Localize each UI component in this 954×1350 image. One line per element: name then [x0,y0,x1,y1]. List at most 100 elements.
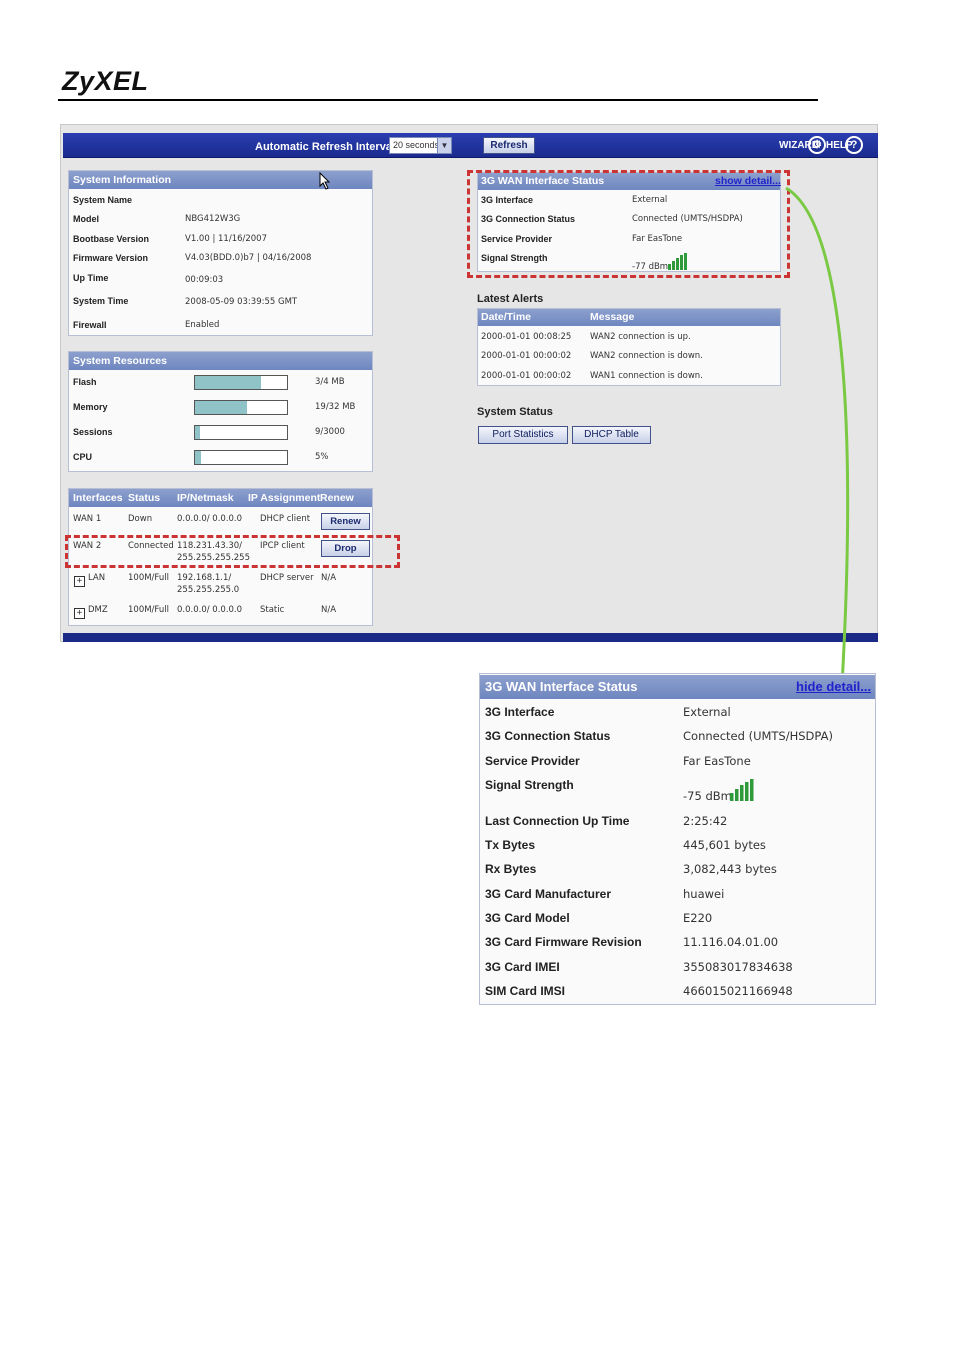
lan-renew: N/A [321,573,337,583]
latest-alerts-header: Date/Time Message [478,309,780,326]
expand-dmz-icon[interactable]: + [74,608,85,619]
up-time-label: Up Time [73,273,109,283]
help-icon[interactable]: ? [845,136,863,154]
mouse-cursor-icon [319,172,331,190]
col-ip-netmask: IP/Netmask [177,492,234,504]
refresh-interval-select[interactable]: 20 seconds ▼ [389,137,452,154]
detail-3g-interface-label: 3G Interface [485,705,555,719]
col-interfaces: Interfaces [73,492,123,504]
wan2-highlight-callout [65,535,400,568]
wan1-name: WAN 1 [73,514,102,524]
detail-connection-status-value: Connected (UMTS/HSDPA) [683,729,833,743]
cpu-usage-fill [195,451,201,464]
wan1-ip: 0.0.0.0/ 0.0.0.0 [177,514,243,524]
memory-usage-bar [194,400,288,415]
detail-signal-strength-value: -75 dBm [683,789,732,803]
bottom-bar [63,633,878,642]
dmz-assignment: Static [260,605,285,615]
model-label: Model [73,214,99,224]
bootbase-version-value: V1.00 | 11/16/2007 [185,234,267,244]
lan-assignment: DHCP server [260,573,314,583]
bootbase-version-label: Bootbase Version [73,234,150,244]
firmware-version-value: V4.03(BDD.0)b7 | 04/16/2008 [185,253,312,263]
sessions-value: 9/3000 [315,427,345,437]
lan-name: LAN [88,573,106,583]
alert-time: 2000-01-01 00:00:02 [481,351,572,361]
memory-usage-fill [195,401,248,414]
interfaces-header: Interfaces Status IP/Netmask IP Assignme… [69,489,372,507]
system-time-label: System Time [73,296,129,306]
detail-rx-bytes-value: 3,082,443 bytes [683,862,777,876]
model-value: NBG412W3G [185,214,241,224]
system-name-label: System Name [73,195,133,205]
port-statistics-button[interactable]: Port Statistics [478,426,568,444]
detail-card-model-value: E220 [683,911,713,925]
expand-lan-icon[interactable]: + [74,576,85,587]
zyxel-logo: ZyXEL [62,66,149,96]
memory-label: Memory [73,402,108,412]
alert-message: WAN1 connection is down. [590,371,703,381]
alert-time: 2000-01-01 00:08:25 [481,332,572,342]
detail-card-manufacturer-value: huawei [683,887,725,901]
flash-value: 3/4 MB [315,377,345,387]
col-message: Message [590,311,635,323]
refresh-button[interactable]: Refresh [483,137,535,154]
col-renew: Renew [320,492,354,504]
system-resources-header: System Resources [69,352,372,370]
refresh-interval-label: Automatic Refresh Interval [255,141,395,153]
wan3g-highlight-callout [467,170,790,278]
lan-ip: 192.168.1.1/ [177,573,232,583]
detail-signal-strength-label: Signal Strength [485,778,574,792]
flash-label: Flash [73,377,97,387]
firewall-label: Firewall [73,320,107,330]
flash-usage-bar [194,375,288,390]
detail-card-firmware-label: 3G Card Firmware Revision [485,935,642,949]
alert-message: WAN2 connection is down. [590,351,703,361]
flash-usage-fill [195,376,262,389]
dmz-ip: 0.0.0.0/ 0.0.0.0 [177,605,243,615]
detail-card-model-label: 3G Card Model [485,911,570,925]
sessions-usage-bar [194,425,288,440]
detail-rx-bytes-label: Rx Bytes [485,862,537,876]
chevron-down-icon: ▼ [437,138,451,153]
detail-sim-imsi-value: 466015021166948 [683,984,793,998]
system-status-title: System Status [477,406,553,418]
detail-card-imei-label: 3G Card IMEI [485,960,560,974]
wan1-assignment: DHCP client [260,514,311,524]
dmz-name: DMZ [88,605,108,615]
alert-message: WAN2 connection is up. [590,332,691,342]
detail-signal-bars-icon [730,779,754,801]
detail-connection-status-label: 3G Connection Status [485,729,611,743]
col-ip-assignment: IP Assignment [248,492,321,504]
col-status: Status [128,492,161,504]
refresh-interval-value: 20 seconds [393,140,440,150]
system-time-value: 2008-05-09 03:39:55 GMT [185,297,298,307]
lan-status: 100M/Full [128,573,169,583]
top-toolbar [63,133,878,158]
dmz-status: 100M/Full [128,605,169,615]
latest-alerts-title: Latest Alerts [477,293,544,305]
wan1-renew-button[interactable]: Renew [321,513,370,530]
dhcp-table-button[interactable]: DHCP Table [572,426,651,444]
lan-netmask: 255.255.255.0 [177,585,240,595]
up-time-value: 00:09:03 [185,275,224,285]
sessions-usage-fill [195,426,200,439]
detail-service-provider-label: Service Provider [485,754,580,768]
wizard-icon[interactable]: ⚙ [808,136,826,154]
detail-service-provider-value: Far EasTone [683,754,751,768]
sessions-label: Sessions [73,427,113,437]
callout-arrow-icon [785,186,850,708]
system-information-title: System Information [73,174,172,186]
alert-time: 2000-01-01 00:00:02 [481,371,572,381]
detail-card-manufacturer-label: 3G Card Manufacturer [485,887,612,901]
cpu-value: 5% [315,452,329,462]
col-date-time: Date/Time [481,311,531,323]
wan1-status: Down [128,514,153,524]
dmz-renew: N/A [321,605,337,615]
system-resources-title: System Resources [73,355,167,367]
memory-value: 19/32 MB [315,402,356,412]
detail-last-up-time-value: 2:25:42 [683,814,728,828]
detail-last-up-time-label: Last Connection Up Time [485,814,630,828]
hide-detail-link[interactable]: hide detail... [796,679,871,694]
detail-card-imei-value: 355083017834638 [683,960,793,974]
